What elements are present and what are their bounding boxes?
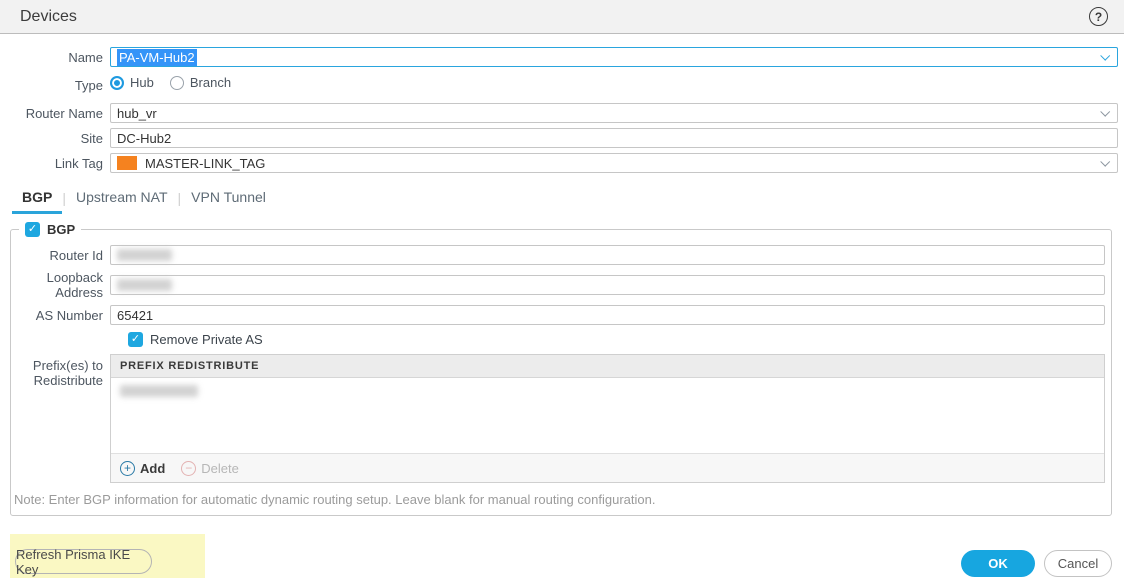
redacted-value bbox=[120, 385, 198, 397]
type-radio-group: Hub Branch bbox=[110, 74, 1118, 91]
remove-private-as-label: Remove Private AS bbox=[150, 332, 263, 347]
radio-hub[interactable]: Hub bbox=[110, 75, 154, 90]
as-number-label: AS Number bbox=[35, 307, 103, 323]
bgp-note: Note: Enter BGP information for automati… bbox=[14, 492, 656, 507]
chevron-down-icon bbox=[1100, 156, 1111, 167]
redacted-value bbox=[117, 279, 172, 291]
delete-button-label: Delete bbox=[201, 460, 239, 476]
checkbox-checked-icon: ✓ bbox=[128, 332, 143, 347]
loopback-label: Loopback Address bbox=[46, 270, 103, 300]
cancel-button[interactable]: Cancel bbox=[1044, 550, 1112, 577]
link-tag-value: MASTER-LINK_TAG bbox=[145, 155, 266, 171]
add-button[interactable]: + Add bbox=[120, 460, 166, 476]
radio-branch-label: Branch bbox=[189, 75, 232, 90]
router-name-row: Router Name hub_vr bbox=[0, 103, 1118, 123]
refresh-prisma-ike-key-button[interactable]: Refresh Prisma IKE Key bbox=[15, 547, 152, 577]
delete-button[interactable]: − Delete bbox=[181, 460, 239, 476]
page-title: Devices bbox=[20, 7, 77, 25]
prefix-redistribute-label: Prefix(es) to Redistribute bbox=[32, 358, 103, 388]
help-icon[interactable]: ? bbox=[1089, 7, 1108, 26]
type-row: Type Hub Branch bbox=[0, 72, 1118, 98]
link-tag-input[interactable]: MASTER-LINK_TAG bbox=[110, 153, 1118, 173]
router-name-label: Router Name bbox=[25, 105, 103, 121]
tab-upstream-nat[interactable]: Upstream NAT bbox=[66, 189, 178, 214]
remove-private-as-checkbox[interactable]: ✓ Remove Private AS bbox=[128, 332, 1105, 347]
tab-vpn-tunnel[interactable]: VPN Tunnel bbox=[181, 189, 276, 214]
site-input[interactable]: DC-Hub2 bbox=[110, 128, 1118, 148]
loopback-row: Loopback Address bbox=[11, 270, 1105, 300]
radio-branch[interactable]: Branch bbox=[169, 75, 232, 90]
type-label: Type bbox=[74, 77, 103, 93]
prefix-redistribute-row: Prefix(es) to Redistribute PREFIX REDIST… bbox=[11, 354, 1105, 483]
bgp-section-label: BGP bbox=[47, 222, 76, 237]
router-id-row: Router Id bbox=[11, 245, 1105, 265]
table-column-header: PREFIX REDISTRIBUTE bbox=[111, 355, 1104, 378]
site-value: DC-Hub2 bbox=[117, 130, 172, 146]
as-number-row: AS Number 65421 bbox=[11, 305, 1105, 325]
chevron-down-icon bbox=[1100, 106, 1111, 117]
loopback-input[interactable] bbox=[110, 275, 1105, 295]
link-tag-row: Link Tag MASTER-LINK_TAG bbox=[0, 153, 1118, 173]
table-body bbox=[111, 378, 1104, 453]
as-number-input[interactable]: 65421 bbox=[110, 305, 1105, 325]
router-name-value: hub_vr bbox=[117, 105, 157, 121]
ok-button[interactable]: OK bbox=[961, 550, 1035, 577]
radio-hub-label: Hub bbox=[130, 75, 154, 90]
dialog-footer: Refresh Prisma IKE Key OK Cancel bbox=[0, 516, 1118, 578]
as-number-value: 65421 bbox=[117, 307, 154, 323]
tab-bar: BGP | Upstream NAT | VPN Tunnel bbox=[12, 189, 1118, 214]
name-input[interactable]: PA-VM-Hub2 bbox=[110, 47, 1118, 67]
add-button-label: Add bbox=[140, 460, 166, 476]
radio-unselected-icon bbox=[169, 75, 184, 90]
checkbox-checked-icon: ✓ bbox=[25, 222, 40, 237]
prefix-redistribute-table: PREFIX REDISTRIBUTE + Add − Delete bbox=[110, 354, 1105, 483]
name-label: Name bbox=[68, 49, 103, 65]
plus-circle-icon: + bbox=[120, 460, 135, 476]
bgp-section: ✓ BGP Router Id Loopback Address AS Numb… bbox=[10, 222, 1112, 516]
router-name-input[interactable]: hub_vr bbox=[110, 103, 1118, 123]
radio-selected-icon bbox=[110, 75, 124, 90]
site-row: Site DC-Hub2 bbox=[0, 128, 1118, 148]
router-id-label: Router Id bbox=[49, 247, 103, 263]
link-tag-color-swatch bbox=[117, 156, 137, 170]
minus-circle-icon: − bbox=[181, 460, 197, 476]
dialog-body: Name PA-VM-Hub2 Type Hub Branch Router N… bbox=[0, 34, 1124, 578]
link-tag-label: Link Tag bbox=[54, 155, 103, 171]
table-footer: + Add − Delete bbox=[111, 453, 1104, 482]
site-label: Site bbox=[80, 130, 103, 146]
chevron-down-icon bbox=[1100, 50, 1111, 61]
name-row: Name PA-VM-Hub2 bbox=[0, 47, 1118, 67]
dialog-header: Devices ? bbox=[0, 0, 1124, 34]
table-row[interactable] bbox=[111, 378, 1104, 404]
router-id-input[interactable] bbox=[110, 245, 1105, 265]
devices-dialog: Devices ? Name PA-VM-Hub2 Type Hub Branc… bbox=[0, 0, 1124, 578]
bgp-enable-checkbox[interactable]: ✓ BGP bbox=[25, 222, 75, 237]
name-value: PA-VM-Hub2 bbox=[117, 48, 197, 66]
redacted-value bbox=[117, 249, 172, 261]
tab-bgp[interactable]: BGP bbox=[12, 189, 63, 214]
